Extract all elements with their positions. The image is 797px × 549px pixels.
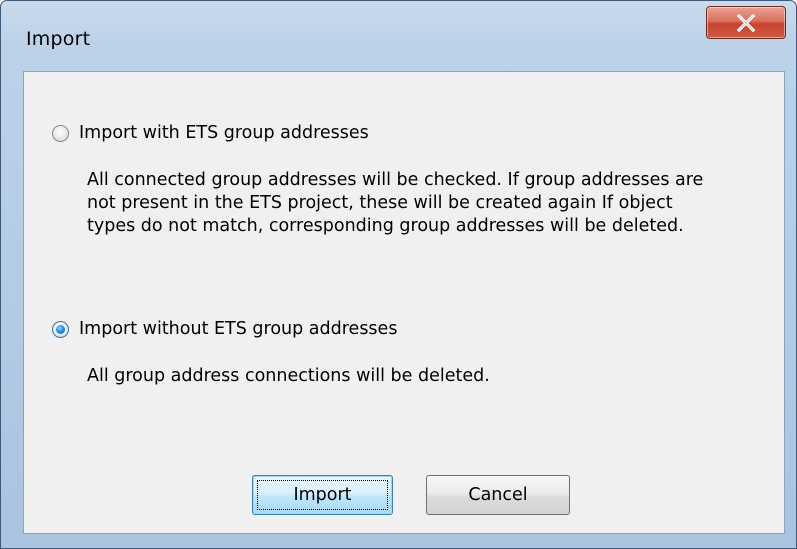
cancel-button[interactable]: Cancel xyxy=(426,475,570,515)
option-description-with-ets: All connected group addresses will be ch… xyxy=(87,169,703,238)
option-label-with-ets: Import with ETS group addresses xyxy=(79,123,369,143)
description-line: All group address connections will be de… xyxy=(87,366,490,386)
import-button[interactable]: Import xyxy=(252,475,393,515)
description-line: not present in the ETS project, these wi… xyxy=(87,193,673,213)
radio-without-ets[interactable] xyxy=(52,320,69,338)
option-description-without-ets: All group address connections will be de… xyxy=(87,365,490,388)
import-button-label: Import xyxy=(293,485,352,505)
option-import-without-ets[interactable]: Import without ETS group addresses xyxy=(52,319,397,339)
import-dialog-window: Import Import with ETS group addresses A… xyxy=(0,0,797,549)
radio-selected-dot xyxy=(56,324,65,334)
description-line: All connected group addresses will be ch… xyxy=(87,170,704,190)
radio-with-ets[interactable] xyxy=(52,124,69,142)
title-bar[interactable]: Import xyxy=(1,1,796,61)
close-button[interactable] xyxy=(706,6,786,39)
cancel-button-label: Cancel xyxy=(468,485,528,505)
description-line: types do not match, corresponding group … xyxy=(87,216,684,236)
option-label-without-ets: Import without ETS group addresses xyxy=(79,319,398,339)
window-title: Import xyxy=(26,28,91,50)
option-import-with-ets[interactable]: Import with ETS group addresses xyxy=(52,123,369,143)
close-x-icon xyxy=(736,13,756,32)
dialog-content: Import with ETS group addresses All conn… xyxy=(23,71,785,534)
